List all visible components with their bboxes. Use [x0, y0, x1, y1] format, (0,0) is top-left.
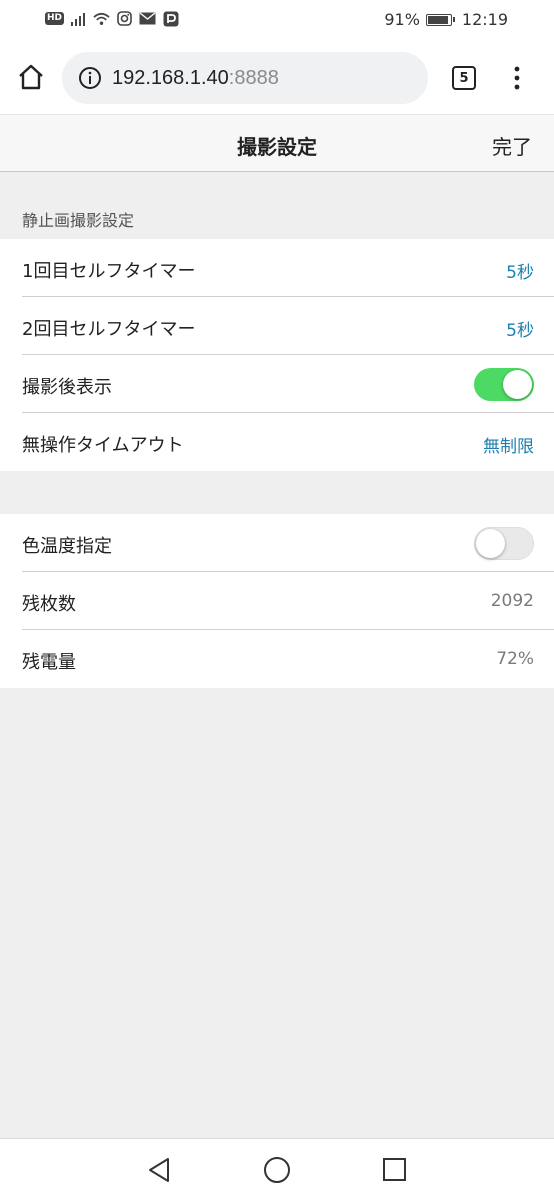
row-label: 2回目セルフタイマー	[22, 319, 196, 340]
page-header: 撮影設定 完了	[0, 115, 554, 172]
status-right: 91% 12:19	[384, 10, 508, 29]
paypay-icon	[162, 10, 179, 27]
browser-toolbar: 192.168.1.40:8888 5	[0, 40, 554, 115]
done-button[interactable]: 完了	[492, 131, 532, 160]
post-shot-display-toggle[interactable]	[474, 368, 534, 401]
section-label-still: 静止画撮影設定	[22, 211, 135, 230]
self-timer-1-row[interactable]: 1回目セルフタイマー 5秒	[0, 239, 554, 297]
url-host: 192.168.1.40	[112, 66, 229, 89]
color-temp-toggle[interactable]	[474, 527, 534, 560]
mail-icon	[139, 10, 156, 27]
toggle-knob	[476, 529, 505, 558]
post-shot-display-row: 撮影後表示	[0, 355, 554, 413]
row-value[interactable]: 5秒	[506, 258, 534, 283]
page-title: 撮影設定	[237, 135, 317, 159]
row-label: 1回目セルフタイマー	[22, 261, 196, 282]
row-label: 色温度指定	[22, 536, 112, 557]
row-value[interactable]: 無制限	[483, 432, 534, 457]
overflow-menu-button[interactable]	[505, 64, 529, 92]
url-text[interactable]: 192.168.1.40:8888	[112, 67, 279, 90]
url-port: :8888	[228, 66, 279, 89]
self-timer-2-row[interactable]: 2回目セルフタイマー 5秒	[0, 297, 554, 355]
row-value[interactable]: 5秒	[506, 316, 534, 341]
address-bar[interactable]: 192.168.1.40:8888	[62, 52, 428, 104]
color-temp-row: 色温度指定	[0, 514, 554, 572]
other-settings-group: 色温度指定 残枚数 2092 残電量 72%	[0, 514, 554, 688]
status-bar: HD 91% 12:19	[0, 0, 554, 40]
idle-timeout-row[interactable]: 無操作タイムアウト 無制限	[0, 413, 554, 471]
clock: 12:19	[461, 10, 508, 29]
system-nav-bar	[0, 1138, 554, 1201]
more-vert-icon	[514, 66, 520, 90]
info-icon[interactable]	[78, 66, 102, 90]
tab-switcher-button[interactable]: 5	[452, 66, 476, 90]
battery-percent: 91%	[384, 10, 420, 29]
recents-square-icon	[383, 1158, 406, 1181]
row-label: 無操作タイムアウト	[22, 435, 184, 456]
battery-icon	[425, 13, 455, 26]
home-nav-button[interactable]	[262, 1155, 292, 1185]
back-triangle-icon	[149, 1158, 169, 1182]
row-label: 残電量	[22, 652, 76, 673]
row-label: 撮影後表示	[22, 377, 112, 398]
still-settings-group: 1回目セルフタイマー 5秒 2回目セルフタイマー 5秒 撮影後表示 無操作タイム…	[0, 239, 554, 471]
row-value: 2092	[490, 591, 534, 611]
signal-icon	[70, 10, 87, 27]
toggle-knob	[503, 370, 532, 399]
remaining-battery-row: 残電量 72%	[0, 630, 554, 688]
row-value: 72%	[496, 649, 534, 669]
home-circle-icon	[264, 1157, 290, 1183]
instagram-icon	[116, 10, 133, 27]
row-label: 残枚数	[22, 594, 76, 615]
home-button[interactable]	[14, 60, 48, 94]
hd-icon: HD	[45, 12, 65, 25]
remaining-shots-row: 残枚数 2092	[0, 572, 554, 630]
status-icons: HD	[45, 10, 179, 27]
recents-button[interactable]	[380, 1155, 410, 1185]
home-icon	[19, 64, 43, 90]
back-button[interactable]	[144, 1155, 174, 1185]
wifi-icon	[93, 10, 110, 27]
battery-fill	[427, 15, 448, 24]
